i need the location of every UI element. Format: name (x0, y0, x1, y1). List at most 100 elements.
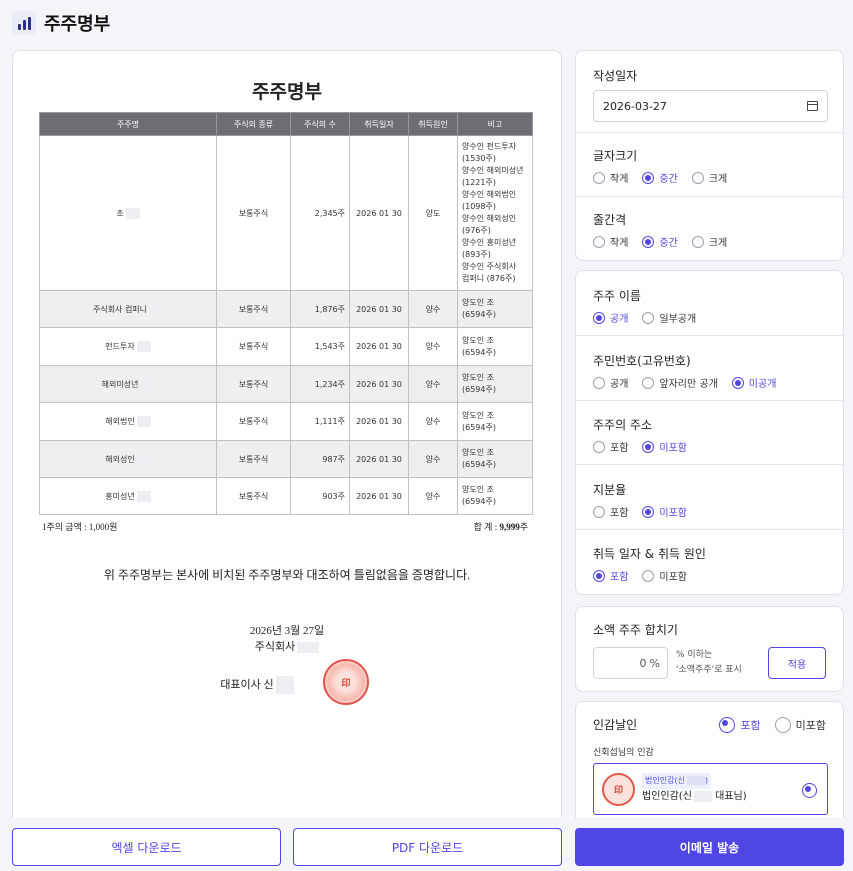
email-send-button[interactable]: 이메일 발송 (575, 828, 844, 866)
seal-item-text: 법인인감(신 (642, 791, 692, 802)
radio-option[interactable]: 포함 (593, 568, 628, 583)
radio-icon[interactable] (593, 440, 605, 453)
excel-download-button[interactable]: 엑셀 다운로드 (12, 828, 281, 866)
radio-icon[interactable] (642, 376, 655, 389)
note-line: 양도인 조 (462, 298, 494, 307)
cell-text: 보통주식 (238, 208, 269, 218)
radio-label: 작게 (610, 238, 629, 249)
radio-option[interactable]: 작게 (593, 170, 628, 185)
cell-text: 홍미성년 (105, 491, 135, 501)
radio-icon[interactable] (719, 716, 736, 733)
cell-count: 1,876주 (290, 290, 350, 328)
radio-label: 중간 (659, 238, 678, 249)
masked-text (136, 490, 151, 502)
seal-header: 인감날인 포함 미포함 (593, 716, 826, 733)
radio-option[interactable]: 미공개 (731, 375, 776, 390)
radio-option[interactable]: 앞자리만 공개 (642, 375, 718, 390)
radio-icon[interactable] (691, 235, 704, 248)
radio-option[interactable]: 작게 (593, 234, 628, 249)
total: 합 계 : 9,999주 (474, 520, 528, 533)
radio-label: 미포함 (659, 443, 688, 454)
cell-date: 2026 01 30 (349, 327, 409, 366)
app-header: 주주명부 (0, 0, 853, 46)
font-size-options: 작게 중간 크게 (593, 170, 826, 185)
radio-icon[interactable] (691, 171, 704, 184)
seal-option-card[interactable]: 印 법인인감(신) 법인인감(신 대표님) (593, 763, 828, 815)
acq-section: 취득 일자 & 취득 원인 포함 미포함 (576, 530, 843, 594)
cell-type: 보통주식 (216, 327, 291, 366)
pdf-download-button[interactable]: PDF 다운로드 (293, 828, 562, 866)
radio-option[interactable]: 포함 (593, 504, 628, 519)
radio-icon[interactable] (642, 505, 655, 518)
total-label: 합 계 : (473, 522, 500, 532)
radio-label: 미포함 (659, 572, 688, 583)
address-label: 주주의 주소 (593, 418, 653, 432)
radio-icon[interactable] (731, 376, 744, 389)
price-note: 1주의 금액 : 1,000원 (42, 522, 118, 532)
radio-icon[interactable] (642, 311, 655, 324)
acq-options: 포함 미포함 (593, 568, 826, 583)
date-input[interactable]: 2026-03-27 (593, 90, 828, 122)
cell-count: 903주 (290, 477, 350, 515)
radio-label: 중간 (659, 174, 678, 185)
note-line: 양도인 조 (462, 410, 494, 420)
radio-icon[interactable] (593, 235, 605, 248)
sign-date: 2026년 3월 27일 (249, 625, 325, 637)
radio-option[interactable]: 크게 (691, 170, 727, 185)
radio-option[interactable]: 포함 (719, 716, 761, 733)
radio-icon[interactable] (642, 235, 655, 248)
radio-option[interactable]: 포함 (593, 439, 628, 454)
small-merge-section: 소액 주주 합치기 0% % 이하는 '소액주주'로 표시 적용 (576, 607, 843, 691)
radio-option[interactable]: 중간 (642, 234, 678, 249)
company-seal-icon: 印 (323, 659, 369, 705)
cell-date: 2026 01 30 (349, 135, 409, 291)
cell-cause: 양수 (408, 402, 458, 441)
cell-note: 양도인 조 (6594주) (457, 290, 533, 328)
calendar-icon[interactable] (807, 101, 818, 111)
radio-icon[interactable] (593, 376, 605, 389)
small-percent-input[interactable]: 0% (593, 647, 668, 679)
radio-option[interactable]: 미포함 (642, 568, 687, 583)
seal-text: 印 (341, 678, 351, 689)
radio-option[interactable]: 미포함 (642, 439, 687, 454)
radio-icon[interactable] (593, 311, 605, 324)
table-row: 조 보통주식 2,345주 2026 01 30 양도 양수인 펀드투자 (1530주) 양수… (39, 135, 533, 291)
table-row: 해외법인 보통주식 1,111주 2026 01 30 양수 양도인 조 (6594주) (39, 402, 533, 441)
document-preview[interactable]: 주주명부 주주명 주식의 종류 주식의 수 취득일자 취득원인 비고 조 보통주식… (12, 50, 562, 830)
radio-icon[interactable] (642, 569, 655, 582)
cell-text: 양도 (425, 208, 441, 218)
cell-cause: 양도 (408, 135, 458, 291)
cell-note: 양도인 조 (6594주) (457, 477, 533, 515)
radio-icon[interactable] (642, 440, 655, 453)
address-section: 주주의 주소 포함 미포함 (576, 401, 843, 465)
radio-icon[interactable] (642, 171, 655, 184)
radio-icon[interactable] (593, 171, 605, 184)
radio-label: 포함 (610, 508, 629, 519)
radio-option[interactable]: 공개 (593, 310, 628, 325)
radio-option[interactable]: 공개 (593, 375, 628, 390)
cell-text: 양수 (425, 454, 441, 464)
radio-icon[interactable] (593, 505, 605, 518)
note-line: 양수인 펀드투자 (462, 142, 517, 151)
radio-option[interactable]: 일부공개 (642, 310, 696, 325)
font-size-label: 글자크기 (593, 149, 638, 163)
radio-option[interactable]: 크게 (691, 234, 727, 249)
small-percent-value: 0 (639, 656, 647, 670)
radio-option[interactable]: 중간 (642, 170, 678, 185)
radio-icon[interactable] (774, 716, 791, 733)
masked-text (136, 341, 151, 352)
radio-icon[interactable] (593, 569, 605, 582)
radio-option[interactable]: 미포함 (774, 716, 826, 733)
seal-badge-text: 법인인감(신 (645, 776, 685, 785)
total-value: 9,999 (499, 522, 520, 532)
note-line: (1221주) (462, 178, 496, 187)
seal-option-radio[interactable] (802, 783, 817, 798)
cell-date: 2026 01 30 (349, 290, 409, 328)
cell-text: 양수 (425, 342, 441, 351)
apply-button[interactable]: 적용 (768, 647, 826, 679)
cell-text: 1,543주 (314, 342, 345, 351)
cell-text: 주식회사 컴퍼니 (92, 304, 148, 314)
radio-option[interactable]: 미포함 (642, 504, 687, 519)
col-header: 주식의 수 (290, 112, 350, 136)
resident-options: 공개 앞자리만 공개 미공개 (593, 375, 826, 390)
